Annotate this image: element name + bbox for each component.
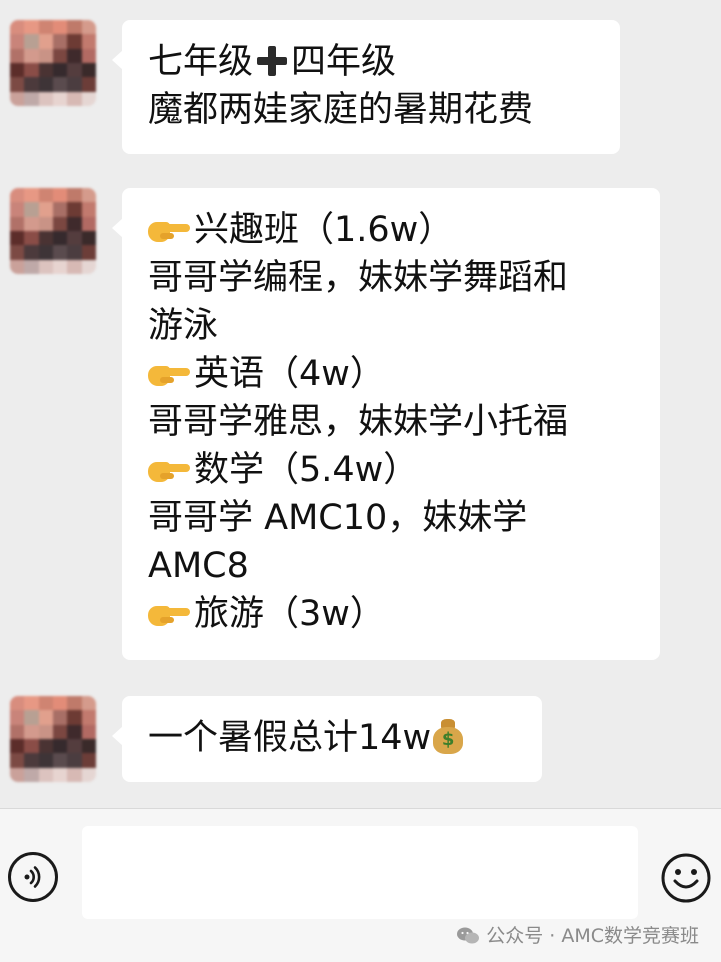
message-input[interactable] (82, 826, 638, 919)
message-row: 兴趣班（1.6w） 哥哥学编程，妹妹学舞蹈和 游泳 英语（4w） 哥哥学雅思，妹… (0, 180, 721, 670)
message-line: 哥哥学编程，妹妹学舞蹈和 (148, 258, 569, 298)
message-line: 英语（4w） (148, 350, 634, 398)
message-line: 旅游（3w） (148, 590, 634, 638)
message-line: 哥哥学雅思，妹妹学小托福 (148, 402, 569, 442)
watermark: 公众号 · AMC数学竞赛班 (456, 921, 699, 951)
voice-input-icon[interactable] (8, 852, 58, 902)
message-line: 兴趣班（1.6w） (148, 206, 634, 254)
input-bar: 公众号 · AMC数学竞赛班 (0, 808, 721, 962)
avatar[interactable] (10, 188, 96, 274)
message-bubble[interactable]: 一个暑假总计14w $ (112, 696, 542, 782)
backhand-index-pointing-right-icon (148, 362, 190, 388)
message-line: 游泳 (148, 306, 219, 346)
message-bubble[interactable]: 兴趣班（1.6w） 哥哥学编程，妹妹学舞蹈和 游泳 英语（4w） 哥哥学雅思，妹… (112, 188, 660, 660)
message-line: 七年级 四年级 (148, 42, 397, 82)
money-bag-icon: $ (431, 717, 465, 755)
message-row: 七年级 四年级 魔都两娃家庭的暑期花费 (0, 12, 721, 162)
message-line: 魔都两娃家庭的暑期花费 (148, 90, 534, 130)
message-line: 哥哥学 AMC10，妹妹学 (148, 498, 528, 538)
wechat-logo-icon (456, 925, 480, 945)
avatar[interactable] (10, 20, 96, 106)
heavy-plus-icon (257, 46, 288, 76)
smiley-face-icon[interactable] (660, 852, 712, 904)
backhand-index-pointing-right-icon (148, 458, 190, 484)
message-line: 一个暑假总计14w $ (148, 714, 516, 762)
message-bubble[interactable]: 七年级 四年级 魔都两娃家庭的暑期花费 (112, 20, 620, 154)
message-row: 一个暑假总计14w $ (0, 688, 721, 798)
avatar[interactable] (10, 696, 96, 782)
message-line: AMC8 (148, 546, 249, 586)
chat-area: 七年级 四年级 魔都两娃家庭的暑期花费 兴趣班（1.6w） 哥哥学编程，妹妹学舞蹈… (0, 0, 721, 808)
message-line: 数学（5.4w） (148, 446, 634, 494)
backhand-index-pointing-right-icon (148, 218, 190, 244)
backhand-index-pointing-right-icon (148, 602, 190, 628)
